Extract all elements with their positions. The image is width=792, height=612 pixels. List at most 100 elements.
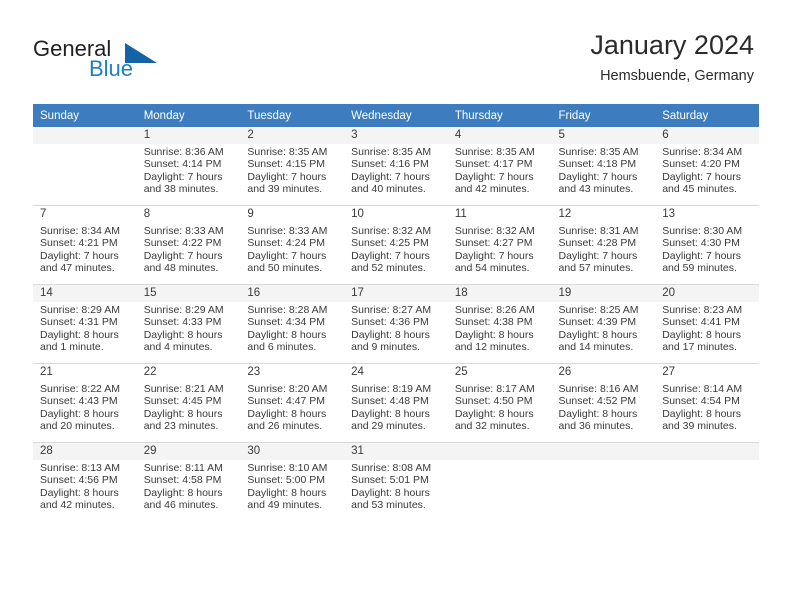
sunrise-time: Sunrise: 8:13 AM — [40, 462, 120, 474]
daylight-duration-line1: Daylight: 8 hours — [40, 407, 119, 420]
calendar-day-cell[interactable]: 25 Sunrise: 8:17 AM Sunset: 4:50 PM Dayligh… — [447, 364, 552, 442]
calendar-day-cell[interactable]: 22 Sunrise: 8:21 AM Sunset: 4:45 PM Dayligh… — [136, 364, 241, 442]
page-title: January 2024 — [590, 30, 754, 60]
daylight-duration-line1: Daylight: 8 hours — [558, 328, 638, 341]
calendar-day-cell[interactable]: 26 Sunrise: 8:16 AM Sunset: 4:52 PM Dayligh… — [551, 364, 656, 442]
weekday-header-tuesday: Tuesday — [240, 104, 345, 127]
day-details: Sunrise: 8:10 AM Sunset: 5:00 PM Daylight:… — [240, 460, 344, 512]
day-details: Sunrise: 8:26 AM Sunset: 4:38 PM Daylight:… — [448, 302, 552, 354]
daylight-duration-line1: Daylight: 7 hours — [143, 249, 223, 262]
calendar-day-cell[interactable]: 17 Sunrise: 8:27 AM Sunset: 4:36 PM Dayligh… — [344, 285, 448, 363]
calendar-day-cell[interactable]: 9 Sunrise: 8:33 AM Sunset: 4:24 PM Daylight… — [240, 206, 345, 284]
calendar-day-empty — [447, 443, 552, 521]
calendar-day-cell[interactable]: 4 Sunrise: 8:35 AM Sunset: 4:17 PM Daylight… — [447, 127, 552, 205]
sunrise-time: Sunrise: 8:08 AM — [351, 462, 432, 474]
calendar-day-cell[interactable]: 23 Sunrise: 8:20 AM Sunset: 4:47 PM Dayligh… — [240, 364, 345, 442]
sunset-time: Sunset: 4:58 PM — [143, 474, 222, 487]
calendar-day-cell[interactable]: 15 Sunrise: 8:29 AM Sunset: 4:33 PM Dayligh… — [136, 285, 241, 363]
calendar-day-cell[interactable]: 14 Sunrise: 8:29 AM Sunset: 4:31 PM Dayligh… — [33, 285, 137, 363]
daylight-duration-line2: and 42 minutes. — [40, 499, 115, 512]
day-details: Sunrise: 8:13 AM Sunset: 4:56 PM Daylight:… — [33, 460, 137, 512]
daylight-duration-line1: Daylight: 7 hours — [247, 170, 327, 183]
calendar-day-content: 21 Sunrise: 8:22 AM Sunset: 4:43 PM Dayligh… — [33, 364, 137, 442]
calendar-day-cell[interactable]: 11 Sunrise: 8:32 AM Sunset: 4:27 PM Dayligh… — [447, 206, 552, 284]
calendar-day-cell[interactable]: 8 Sunrise: 8:33 AM Sunset: 4:22 PM Daylight… — [136, 206, 241, 284]
calendar-day-content: 10 Sunrise: 8:32 AM Sunset: 4:25 PM Dayligh… — [344, 206, 448, 284]
sunset-time: Sunset: 4:47 PM — [247, 395, 326, 408]
calendar-day-cell[interactable] — [551, 443, 656, 521]
calendar-day-cell[interactable]: 20 Sunrise: 8:23 AM Sunset: 4:41 PM Dayligh… — [655, 285, 759, 363]
calendar-day-cell[interactable]: 28 Sunrise: 8:13 AM Sunset: 4:56 PM Dayligh… — [33, 443, 137, 521]
daylight-duration-line1: Daylight: 8 hours — [247, 407, 327, 420]
calendar-day-cell[interactable]: 31 Sunrise: 8:08 AM Sunset: 5:01 PM Dayligh… — [344, 443, 448, 521]
sunrise-time: Sunrise: 8:35 AM — [558, 146, 639, 158]
sunrise-time: Sunrise: 8:33 AM — [247, 225, 328, 237]
daylight-duration-line1: Daylight: 7 hours — [662, 170, 742, 183]
daylight-duration-line2: and 54 minutes. — [454, 262, 530, 275]
day-details: Sunrise: 8:11 AM Sunset: 4:58 PM Daylight:… — [137, 460, 241, 512]
calendar-day-cell[interactable]: 3 Sunrise: 8:35 AM Sunset: 4:16 PM Daylight… — [344, 127, 448, 205]
sunset-time: Sunset: 4:18 PM — [558, 158, 637, 171]
calendar-day-content: 25 Sunrise: 8:17 AM Sunset: 4:50 PM Dayligh… — [447, 364, 552, 442]
sunset-time: Sunset: 4:28 PM — [558, 237, 637, 250]
calendar-day-cell[interactable]: 19 Sunrise: 8:25 AM Sunset: 4:39 PM Dayligh… — [551, 285, 656, 363]
calendar-day-cell[interactable]: 18 Sunrise: 8:26 AM Sunset: 4:38 PM Dayligh… — [447, 285, 552, 363]
day-details: Sunrise: 8:28 AM Sunset: 4:34 PM Daylight:… — [240, 302, 344, 354]
day-number: 31 — [344, 443, 448, 460]
calendar-day-cell[interactable]: 5 Sunrise: 8:35 AM Sunset: 4:18 PM Daylight… — [551, 127, 656, 205]
general-blue-logo[interactable]: General Blue — [33, 36, 183, 86]
day-details: Sunrise: 8:32 AM Sunset: 4:27 PM Daylight:… — [448, 223, 552, 275]
day-details — [655, 460, 759, 462]
day-number: 21 — [33, 364, 137, 381]
day-number: 14 — [33, 285, 137, 302]
calendar-day-cell[interactable]: 1 Sunrise: 8:36 AM Sunset: 4:14 PM Daylight… — [136, 127, 241, 205]
sunrise-time: Sunrise: 8:35 AM — [247, 146, 328, 158]
sunrise-time: Sunrise: 8:26 AM — [454, 304, 535, 316]
day-number: 16 — [240, 285, 345, 302]
calendar-day-cell[interactable] — [447, 443, 552, 521]
daylight-duration-line2: and 39 minutes. — [662, 420, 737, 433]
daylight-duration-line1: Daylight: 7 hours — [662, 249, 742, 262]
calendar-week-row: 21 Sunrise: 8:22 AM Sunset: 4:43 PM Dayligh… — [33, 364, 759, 442]
calendar-day-cell[interactable]: 29 Sunrise: 8:11 AM Sunset: 4:58 PM Dayligh… — [136, 443, 241, 521]
calendar-day-cell[interactable]: 16 Sunrise: 8:28 AM Sunset: 4:34 PM Dayligh… — [240, 285, 345, 363]
calendar-day-cell[interactable]: 2 Sunrise: 8:35 AM Sunset: 4:15 PM Daylight… — [240, 127, 345, 205]
daylight-duration-line2: and 17 minutes. — [662, 341, 737, 354]
calendar-week-row: 1 Sunrise: 8:36 AM Sunset: 4:14 PM Daylight… — [33, 127, 759, 205]
day-details: Sunrise: 8:35 AM Sunset: 4:16 PM Daylight:… — [344, 144, 448, 196]
calendar-day-content: 22 Sunrise: 8:21 AM Sunset: 4:45 PM Dayligh… — [136, 364, 241, 442]
calendar-day-content: 14 Sunrise: 8:29 AM Sunset: 4:31 PM Dayligh… — [33, 285, 137, 363]
calendar-day-cell[interactable]: 21 Sunrise: 8:22 AM Sunset: 4:43 PM Dayligh… — [33, 364, 137, 442]
daylight-duration-line1: Daylight: 7 hours — [558, 170, 638, 183]
sunrise-time: Sunrise: 8:22 AM — [40, 383, 120, 395]
day-details: Sunrise: 8:36 AM Sunset: 4:14 PM Daylight:… — [137, 144, 241, 196]
calendar-day-content: 12 Sunrise: 8:31 AM Sunset: 4:28 PM Dayligh… — [551, 206, 656, 284]
calendar-day-content: 9 Sunrise: 8:33 AM Sunset: 4:24 PM Daylight… — [240, 206, 345, 284]
calendar-day-cell[interactable] — [655, 443, 759, 521]
sunset-time: Sunset: 4:22 PM — [143, 237, 222, 250]
calendar-day-cell[interactable]: 30 Sunrise: 8:10 AM Sunset: 5:00 PM Dayligh… — [240, 443, 345, 521]
calendar-day-cell[interactable] — [33, 127, 137, 205]
calendar-day-cell[interactable]: 6 Sunrise: 8:34 AM Sunset: 4:20 PM Daylight… — [655, 127, 759, 205]
calendar-day-cell[interactable]: 12 Sunrise: 8:31 AM Sunset: 4:28 PM Dayligh… — [551, 206, 656, 284]
sunrise-time: Sunrise: 8:31 AM — [558, 225, 639, 237]
daylight-duration-line1: Daylight: 8 hours — [247, 328, 327, 341]
calendar-day-cell[interactable]: 24 Sunrise: 8:19 AM Sunset: 4:48 PM Dayligh… — [344, 364, 448, 442]
daylight-duration-line2: and 47 minutes. — [40, 262, 115, 275]
calendar-day-cell[interactable]: 7 Sunrise: 8:34 AM Sunset: 4:21 PM Daylight… — [33, 206, 137, 284]
calendar-day-content: 1 Sunrise: 8:36 AM Sunset: 4:14 PM Daylight… — [136, 127, 241, 205]
sunrise-time: Sunrise: 8:10 AM — [247, 462, 328, 474]
calendar-day-cell[interactable]: 13 Sunrise: 8:30 AM Sunset: 4:30 PM Dayligh… — [655, 206, 759, 284]
daylight-duration-line1: Daylight: 8 hours — [351, 486, 430, 499]
daylight-duration-line1: Daylight: 8 hours — [143, 486, 223, 499]
weekday-header-friday: Friday — [551, 104, 656, 127]
daylight-duration-line1: Daylight: 8 hours — [454, 407, 534, 420]
calendar-day-content: 31 Sunrise: 8:08 AM Sunset: 5:01 PM Dayligh… — [344, 443, 448, 521]
daylight-duration-line1: Daylight: 8 hours — [351, 328, 430, 341]
calendar-day-cell[interactable]: 27 Sunrise: 8:14 AM Sunset: 4:54 PM Dayligh… — [655, 364, 759, 442]
calendar-day-cell[interactable]: 10 Sunrise: 8:32 AM Sunset: 4:25 PM Dayligh… — [344, 206, 448, 284]
day-details: Sunrise: 8:33 AM Sunset: 4:22 PM Daylight:… — [137, 223, 241, 275]
weekday-header-wednesday: Wednesday — [344, 104, 448, 127]
sunset-time: Sunset: 4:14 PM — [143, 158, 222, 171]
calendar-day-content: 5 Sunrise: 8:35 AM Sunset: 4:18 PM Daylight… — [551, 127, 656, 205]
